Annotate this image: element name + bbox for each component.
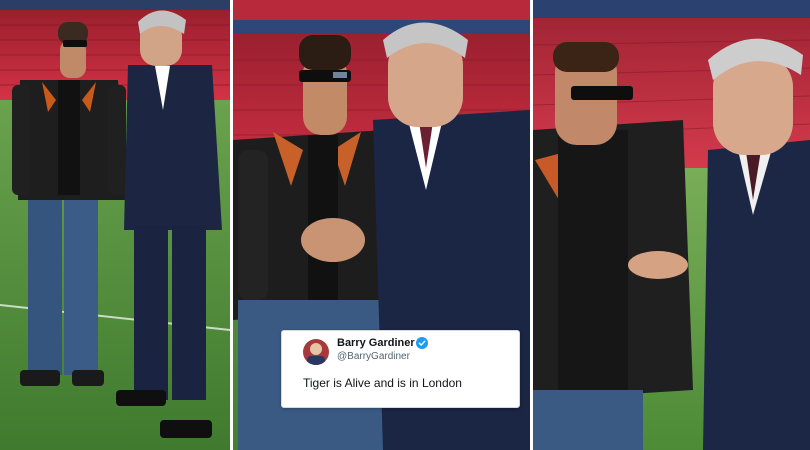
handshake bbox=[301, 218, 365, 262]
left-photo bbox=[0, 0, 230, 450]
right-photo bbox=[533, 0, 810, 450]
tweet-handle: @BarryGardiner bbox=[337, 351, 410, 362]
tweet-card: Barry Gardiner @BarryGardiner Tiger is A… bbox=[281, 330, 520, 408]
tweet-display-name: Barry Gardiner bbox=[337, 337, 415, 349]
tweet-avatar bbox=[303, 339, 329, 365]
verified-badge-icon bbox=[416, 337, 428, 349]
tweet-text: Tiger is Alive and is in London bbox=[303, 376, 462, 390]
